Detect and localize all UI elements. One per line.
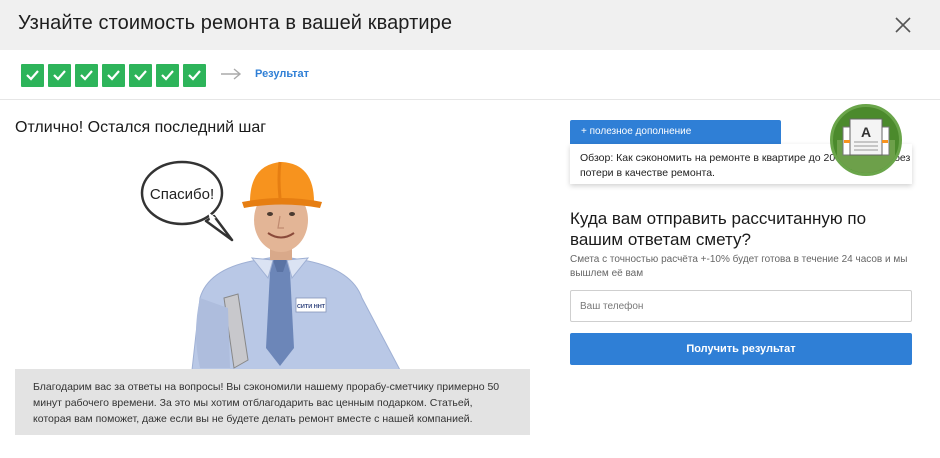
step-heading: Отлично! Остался последний шаг [15, 119, 267, 136]
book-icon: A [837, 118, 895, 173]
foreman-illustration: Спасибо! СИТИ ННТ [140, 160, 401, 370]
checkmark-icon [161, 70, 174, 81]
step-check-7 [183, 64, 206, 87]
speech-bubble: Спасибо! [140, 160, 234, 242]
speech-bubble-text: Спасибо! [150, 186, 214, 203]
form-heading: Куда вам отправить рассчитанную по вашим… [570, 209, 867, 249]
arrow-right-icon [221, 68, 242, 80]
step-check-2 [48, 64, 71, 87]
book-badge: A [830, 104, 902, 176]
step-check-6 [156, 64, 179, 87]
step-check-3 [75, 64, 98, 87]
close-button[interactable] [890, 12, 916, 38]
svg-text:СИТИ ННТ: СИТИ ННТ [297, 304, 326, 310]
book-letter: A [861, 124, 871, 140]
checkmark-icon [134, 70, 147, 81]
checkmark-icon [26, 70, 39, 81]
get-result-button[interactable]: Получить результат [570, 333, 912, 365]
checkmark-icon [188, 70, 201, 81]
step-check-1 [21, 64, 44, 87]
addon-tab: + полезное дополнение [570, 120, 781, 144]
checkmark-icon [80, 70, 93, 81]
form-subtext: Смета с точностью расчёта +-10% будет го… [570, 254, 908, 279]
modal-header: Узнайте стоимость ремонта в вашей кварти… [0, 0, 940, 50]
progress-steps: Результат [0, 50, 940, 100]
modal-title: Узнайте стоимость ремонта в вашей кварти… [18, 12, 453, 34]
step-check-4 [102, 64, 125, 87]
checkmark-icon [53, 70, 66, 81]
step-check-5 [129, 64, 152, 87]
step-result-label: Результат [255, 68, 310, 80]
thanks-message: Благодарим вас за ответы на вопросы! Вы … [15, 369, 530, 435]
close-icon [895, 17, 911, 33]
checkmark-icon [107, 70, 120, 81]
phone-input[interactable] [570, 290, 912, 322]
